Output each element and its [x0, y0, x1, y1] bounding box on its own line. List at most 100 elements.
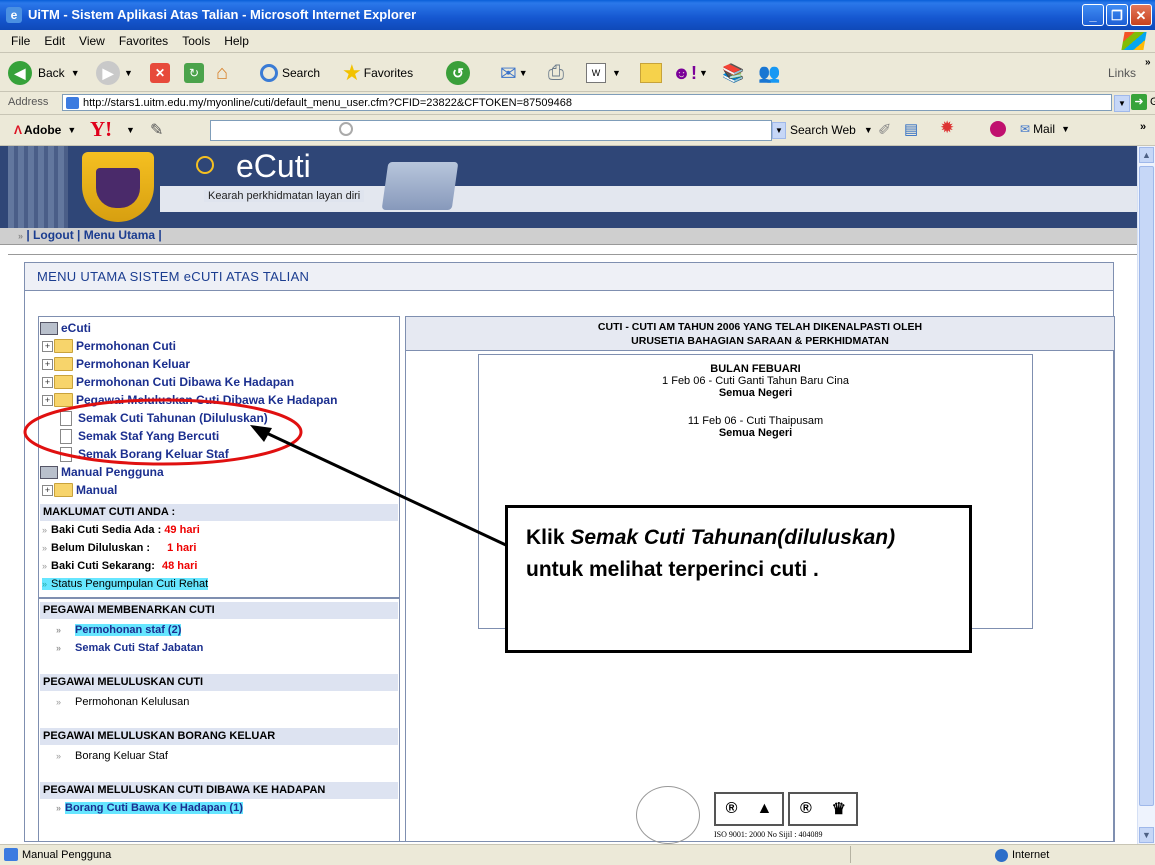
search-icon [339, 122, 353, 136]
yahoo-search-input[interactable] [210, 120, 772, 141]
status-text: Manual Pengguna [22, 849, 112, 861]
logout-link[interactable]: Logout [33, 228, 74, 242]
stop-button[interactable]: ✕ [150, 61, 170, 85]
address-label: Address [8, 96, 49, 108]
borang-keluar-staf-link[interactable]: » Borang Keluar Staf [56, 750, 168, 762]
ie-icon: e [6, 7, 22, 23]
ecuti-logo-icon [196, 156, 214, 174]
search-button[interactable]: Search [260, 61, 320, 85]
refresh-icon: ↻ [184, 63, 204, 83]
menu-view[interactable]: View [72, 30, 112, 52]
permohonan-staf-link[interactable]: » Permohonan staf (2) [56, 624, 182, 636]
status-bar: Manual Pengguna Internet [0, 844, 1155, 865]
print-button[interactable]: ⎙ [548, 61, 564, 85]
search-icon [260, 64, 278, 82]
baki-sekarang-row: » Baki Cuti Sekarang: 48 hari [42, 560, 198, 572]
sirim-logo-icon: ® ▲ [714, 792, 784, 826]
holiday-entry-2: 11 Feb 06 - Cuti Thaipusam [687, 415, 824, 427]
ecuti-banner: eCuti Kearah perkhidmatan layan diri [0, 146, 1137, 228]
menu-file[interactable]: File [4, 30, 37, 52]
forward-button[interactable]: ▶ ▼ [96, 61, 133, 85]
yahoo-icon[interactable]: Y! [90, 117, 112, 142]
antispy-icon[interactable]: ✹ [940, 118, 954, 138]
status-divider [850, 846, 851, 863]
ukas-logo-icon: ® ♛ [788, 792, 858, 826]
favorites-button[interactable]: ★ Favorites [342, 60, 413, 85]
back-button[interactable]: ◀ Back ▼ [8, 61, 80, 85]
yahoo-messenger-button[interactable]: ☻! ▼ [672, 61, 708, 85]
banner-brand: eCuti [236, 148, 311, 184]
zone-text: Internet [1012, 849, 1050, 861]
history-icon: ↺ [446, 61, 470, 85]
research-button[interactable]: 📚 [722, 61, 744, 85]
page-viewport: eCuti Kearah perkhidmatan layan diri » |… [0, 146, 1137, 844]
go-button[interactable]: ➜ Go [1131, 94, 1155, 110]
messenger-button[interactable]: 👥 [758, 61, 780, 85]
title-bar: e UiTM - Sistem Aplikasi Atas Talian - M… [0, 0, 1155, 30]
status-pengumpulan-link[interactable]: » Status Pengumpulan Cuti Rehat [42, 578, 209, 590]
internet-zone-icon [995, 849, 1008, 862]
toolbar: ◀ Back ▼ ▶ ▼ ✕ ↻ ⌂ Search ★ Favorites ↺ ✉ ▼… [0, 53, 1155, 92]
globe-logo-icon [636, 786, 700, 844]
ybar-overflow-icon[interactable]: » [1140, 121, 1146, 133]
pencil-icon[interactable]: ✎ [150, 120, 163, 140]
stop-icon: ✕ [150, 63, 170, 83]
main-title: MENU UTAMA SISTEM eCUTI ATAS TALIAN [25, 263, 1113, 291]
section-meluluskan-title: PEGAWAI MELULUSKAN CUTI [40, 674, 398, 691]
link-bar: » | Logout | Menu Utama | [0, 228, 1137, 245]
edit-button[interactable]: W ▼ [586, 61, 621, 85]
menu-tools[interactable]: Tools [175, 30, 217, 52]
yahoo-dropdown-icon[interactable]: ▼ [126, 125, 135, 135]
home-button[interactable]: ⌂ [216, 61, 228, 85]
holiday-month: BULAN FEBUARI [710, 363, 801, 375]
address-input[interactable]: http://stars1.uitm.edu.my/myonline/cuti/… [62, 94, 1112, 111]
menu-help[interactable]: Help [217, 30, 256, 52]
permohonan-kelulusan-link[interactable]: » Permohonan Kelulusan [56, 696, 189, 708]
notes-button[interactable] [640, 61, 662, 85]
window-title: UiTM - Sistem Aplikasi Atas Talian - Mic… [28, 7, 417, 22]
instruction-callout: Klik Semak Cuti Tahunan(diluluskan) untu… [505, 505, 972, 653]
menu-bar: File Edit View Favorites Tools Help [0, 30, 1155, 53]
history-button[interactable]: ↺ [446, 61, 470, 85]
star-icon: ★ [342, 60, 362, 85]
section-membenarkan-title: PEGAWAI MEMBENARKAN CUTI [40, 602, 398, 619]
address-bar: Address http://stars1.uitm.edu.my/myonli… [0, 92, 1155, 115]
search-dropdown[interactable]: ▼ [772, 122, 786, 139]
yahoo-360-icon[interactable] [990, 121, 1006, 137]
menu-edit[interactable]: Edit [37, 30, 72, 52]
highlight-icon[interactable]: ✐ [878, 120, 891, 140]
borang-cuti-bawa-link[interactable]: » Borang Cuti Bawa Ke Hadapan (1) [56, 802, 243, 814]
holiday-scope-2: Semua Negeri [718, 427, 793, 439]
scroll-up-icon[interactable]: ▲ [1139, 147, 1154, 163]
holiday-header: CUTI - CUTI AM TAHUN 2006 YANG TELAH DIK… [406, 317, 1114, 351]
address-dropdown[interactable]: ▼ [1114, 95, 1130, 112]
divider [8, 254, 1137, 255]
menu-utama-link[interactable]: Menu Utama [84, 228, 155, 242]
vertical-scrollbar[interactable]: ▲ ▼ [1137, 146, 1155, 844]
popup-blocker-icon[interactable]: ▤ [904, 120, 918, 138]
search-web-button[interactable]: Search Web ▼ [790, 123, 873, 137]
building-graphic [8, 146, 68, 228]
refresh-button[interactable]: ↻ [184, 61, 204, 85]
adobe-button[interactable]: Λ Adobe ▼ [14, 123, 76, 137]
maximize-button[interactable]: ❐ [1106, 4, 1128, 26]
back-arrow-icon: ◀ [8, 61, 32, 85]
semak-cuti-staf-jabatan-link[interactable]: » Semak Cuti Staf Jabatan [56, 642, 203, 654]
mail-button[interactable]: ✉ ▼ [500, 61, 528, 85]
menu-favorites[interactable]: Favorites [112, 30, 175, 52]
close-button[interactable]: ✕ [1130, 4, 1152, 26]
yahoo-messenger-icon: ☻! [672, 62, 697, 83]
holiday-entry-1: 1 Feb 06 - Cuti Ganti Tahun Baru Cina [662, 375, 849, 387]
mail-button-ybar[interactable]: ✉ Mail ▼ [1020, 122, 1070, 136]
research-icon: 📚 [722, 62, 745, 83]
baki-sedia-ada-row: » Baki Cuti Sedia Ada : 49 hari [42, 524, 200, 536]
scroll-thumb[interactable] [1139, 166, 1154, 806]
left-box-top [38, 316, 400, 598]
scroll-down-icon[interactable]: ▼ [1139, 827, 1154, 843]
uitm-logo-inner [96, 168, 140, 208]
links-button[interactable]: Links [1108, 61, 1136, 85]
folder-icon [640, 63, 662, 83]
iso-caption: ISO 9001: 2000 No Sijil : 404089 [714, 830, 823, 839]
toolbar-overflow-icon[interactable]: » [1145, 57, 1151, 68]
minimize-button[interactable]: _ [1082, 4, 1104, 26]
